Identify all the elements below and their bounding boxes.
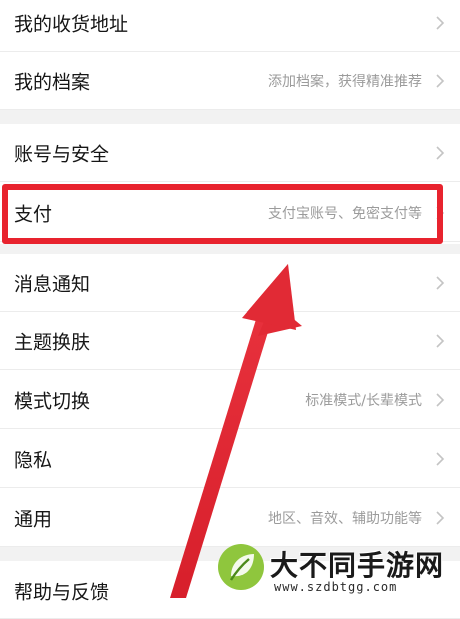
settings-screen: 我的收货地址 我的档案 添加档案，获得精准推荐 账号与安全 支付 支付宝账号、免… — [0, 0, 460, 619]
watermark-title: 大不同手游网 — [270, 549, 445, 582]
leaf-logo-icon — [218, 544, 264, 590]
watermark-url: www.szdbtgg.com — [274, 580, 398, 594]
red-arrow-annotation — [170, 264, 302, 598]
watermark: 大不同手游网 www.szdbtgg.com — [208, 540, 460, 598]
